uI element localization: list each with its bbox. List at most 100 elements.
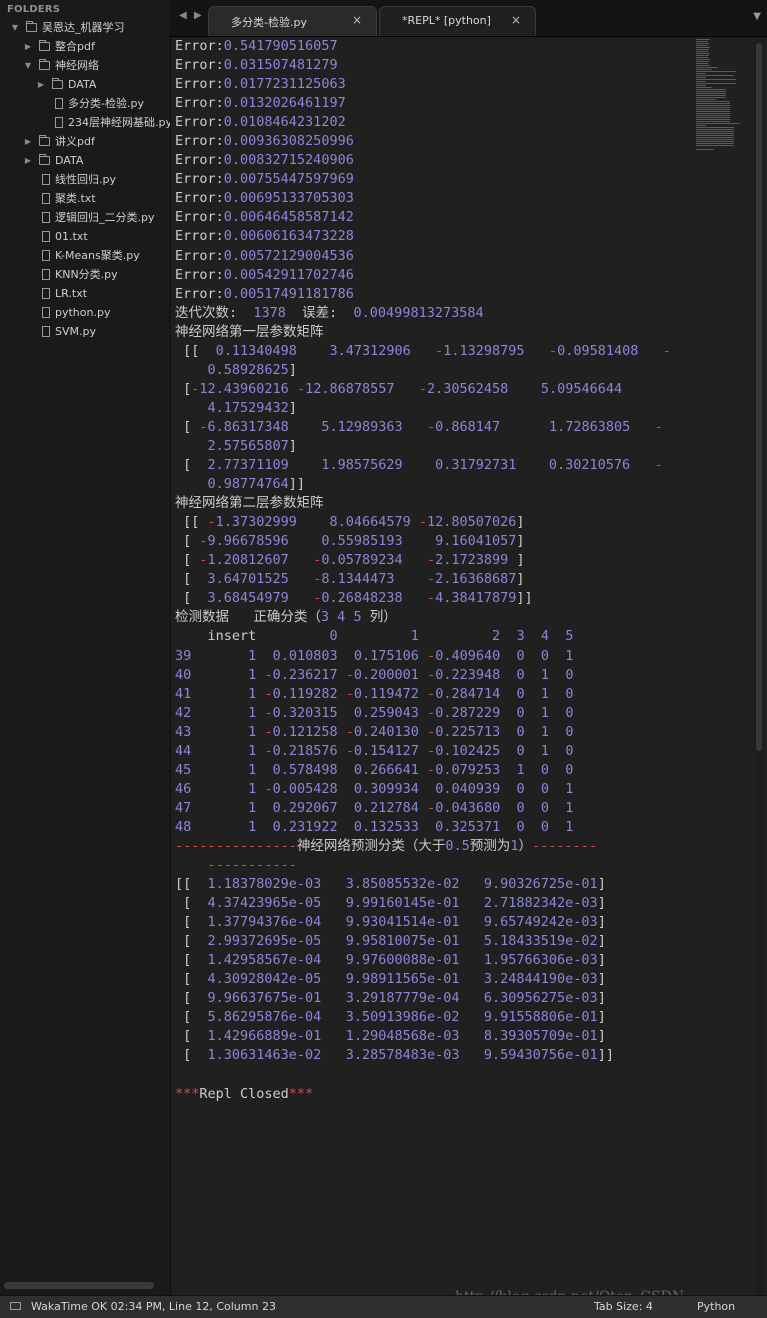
sidebar-item-label: 线性回归.py [55, 173, 116, 186]
minimap-line [696, 129, 734, 130]
sidebar-file[interactable]: SVM.py [0, 322, 170, 341]
file-icon [42, 288, 50, 299]
sidebar-item-label: 01.txt [55, 230, 88, 243]
sidebar-folder[interactable]: ▶ 整合pdf [0, 37, 170, 56]
sidebar-item-label: 神经网络 [55, 59, 99, 72]
sidebar-file[interactable]: 234层神经网基础.py [0, 113, 170, 132]
sidebar-title: FOLDERS [7, 4, 61, 15]
minimap-line [696, 85, 706, 86]
tab-size-button[interactable]: Tab Size: 4 [594, 1300, 653, 1313]
folder-open-icon [39, 59, 50, 70]
minimap-line [696, 77, 706, 78]
sidebar-file[interactable]: 聚类.txt [0, 189, 170, 208]
minimap-line [696, 55, 709, 56]
file-icon [42, 307, 50, 318]
sidebar-folder[interactable]: ▼ 神经网络 [0, 56, 170, 75]
sidebar-file[interactable]: KNN分类.py [0, 265, 170, 284]
minimap-line [696, 93, 726, 94]
chevron-right-icon[interactable]: ▶ [23, 132, 33, 151]
minimap-line [696, 109, 730, 110]
sidebar-scrollbar[interactable] [4, 1282, 154, 1289]
sidebar-item-label: K-Means聚类.py [55, 249, 140, 262]
minimap-line [696, 59, 710, 60]
sidebar-file[interactable]: K-Means聚类.py [0, 246, 170, 265]
minimap-line [696, 53, 710, 54]
file-icon [55, 117, 63, 128]
minimap[interactable] [696, 39, 748, 151]
sidebar-folder[interactable]: ▼ 吴恩达_机器学习 [0, 18, 170, 37]
sidebar-file[interactable]: 线性回归.py [0, 170, 170, 189]
chevron-right-icon[interactable]: ▶ [36, 75, 46, 94]
repl-editor[interactable]: Error:0.541790516057 Error:0.03150748127… [171, 37, 767, 1295]
tab-multiclass-test[interactable]: 多分类-检验.py × [208, 6, 377, 36]
tab-prev-icon[interactable]: ◀ [179, 10, 187, 21]
minimap-line [696, 141, 734, 142]
minimap-line [696, 45, 708, 46]
minimap-line [696, 83, 736, 84]
chevron-down-icon[interactable]: ▼ [753, 11, 761, 22]
minimap-line [696, 79, 736, 80]
sidebar-file[interactable]: 多分类-检验.py [0, 94, 170, 113]
minimap-line [696, 97, 726, 98]
minimap-line [696, 137, 734, 138]
close-icon[interactable]: × [511, 13, 521, 27]
sidebar-folder[interactable]: ▶ 讲义pdf [0, 132, 170, 151]
minimap-line [696, 61, 709, 62]
sidebar-item-label: python.py [55, 306, 111, 319]
minimap-line [696, 81, 706, 82]
minimap-line [696, 113, 730, 114]
minimap-line [696, 133, 734, 134]
minimap-line [696, 107, 730, 108]
minimap-line [696, 89, 726, 90]
file-icon [55, 98, 63, 109]
file-icon [42, 231, 50, 242]
minimap-line [696, 139, 734, 140]
minimap-line [696, 123, 740, 124]
sidebar-folder[interactable]: ▶ DATA [0, 75, 170, 94]
sidebar-file[interactable]: LR.txt [0, 284, 170, 303]
minimap-line [696, 91, 726, 92]
minimap-line [696, 121, 730, 122]
minimap-line [696, 111, 730, 112]
close-icon[interactable]: × [352, 13, 362, 27]
minimap-line [696, 143, 734, 144]
chevron-down-icon[interactable]: ▼ [10, 18, 20, 37]
sidebar-file[interactable]: python.py [0, 303, 170, 322]
sidebar-file[interactable]: 逻辑回归_二分类.py [0, 208, 170, 227]
tab-repl-python[interactable]: *REPL* [python] × [379, 6, 536, 36]
repl-output[interactable]: Error:0.541790516057 Error:0.03150748127… [175, 37, 671, 1104]
minimap-line [696, 57, 708, 58]
file-icon [42, 326, 50, 337]
vertical-scrollbar-thumb[interactable] [756, 43, 762, 751]
minimap-line [696, 101, 730, 102]
file-icon [42, 212, 50, 223]
tab-bar: ◀ ▶ 多分类-检验.py × *REPL* [python] × ▼ [170, 0, 767, 37]
minimap-line [696, 119, 730, 120]
folder-icon [39, 154, 50, 165]
sidebar-item-label: 吴恩达_机器学习 [42, 21, 125, 34]
minimap-line [696, 41, 708, 42]
chevron-right-icon[interactable]: ▶ [23, 151, 33, 170]
sidebar-item-label: DATA [68, 78, 97, 91]
minimap-line [696, 95, 726, 96]
tab-next-icon[interactable]: ▶ [194, 10, 202, 21]
status-bar: WakaTime OK 02:34 PM, Line 12, Column 23… [0, 1295, 767, 1318]
minimap-line [696, 127, 734, 128]
minimap-line [696, 115, 730, 116]
minimap-line [696, 117, 730, 118]
minimap-line [696, 43, 709, 44]
syntax-button[interactable]: Python [697, 1300, 735, 1313]
tab-label: *REPL* [python] [402, 14, 491, 27]
console-icon[interactable] [10, 1302, 21, 1310]
minimap-line [696, 135, 734, 136]
sidebar-file[interactable]: 01.txt [0, 227, 170, 246]
sidebar: FOLDERS ▼ 吴恩达_机器学习 ▶ 整合pdf ▼ 神经网络 ▶ DATA 多分类-检验.… [0, 0, 171, 1295]
chevron-right-icon[interactable]: ▶ [23, 37, 33, 56]
file-icon [42, 193, 50, 204]
minimap-line [696, 73, 706, 74]
minimap-line [696, 131, 734, 132]
sidebar-item-label: 讲义pdf [55, 135, 95, 148]
chevron-down-icon[interactable]: ▼ [23, 56, 33, 75]
sidebar-item-label: 整合pdf [55, 40, 95, 53]
sidebar-folder[interactable]: ▶ DATA [0, 151, 170, 170]
